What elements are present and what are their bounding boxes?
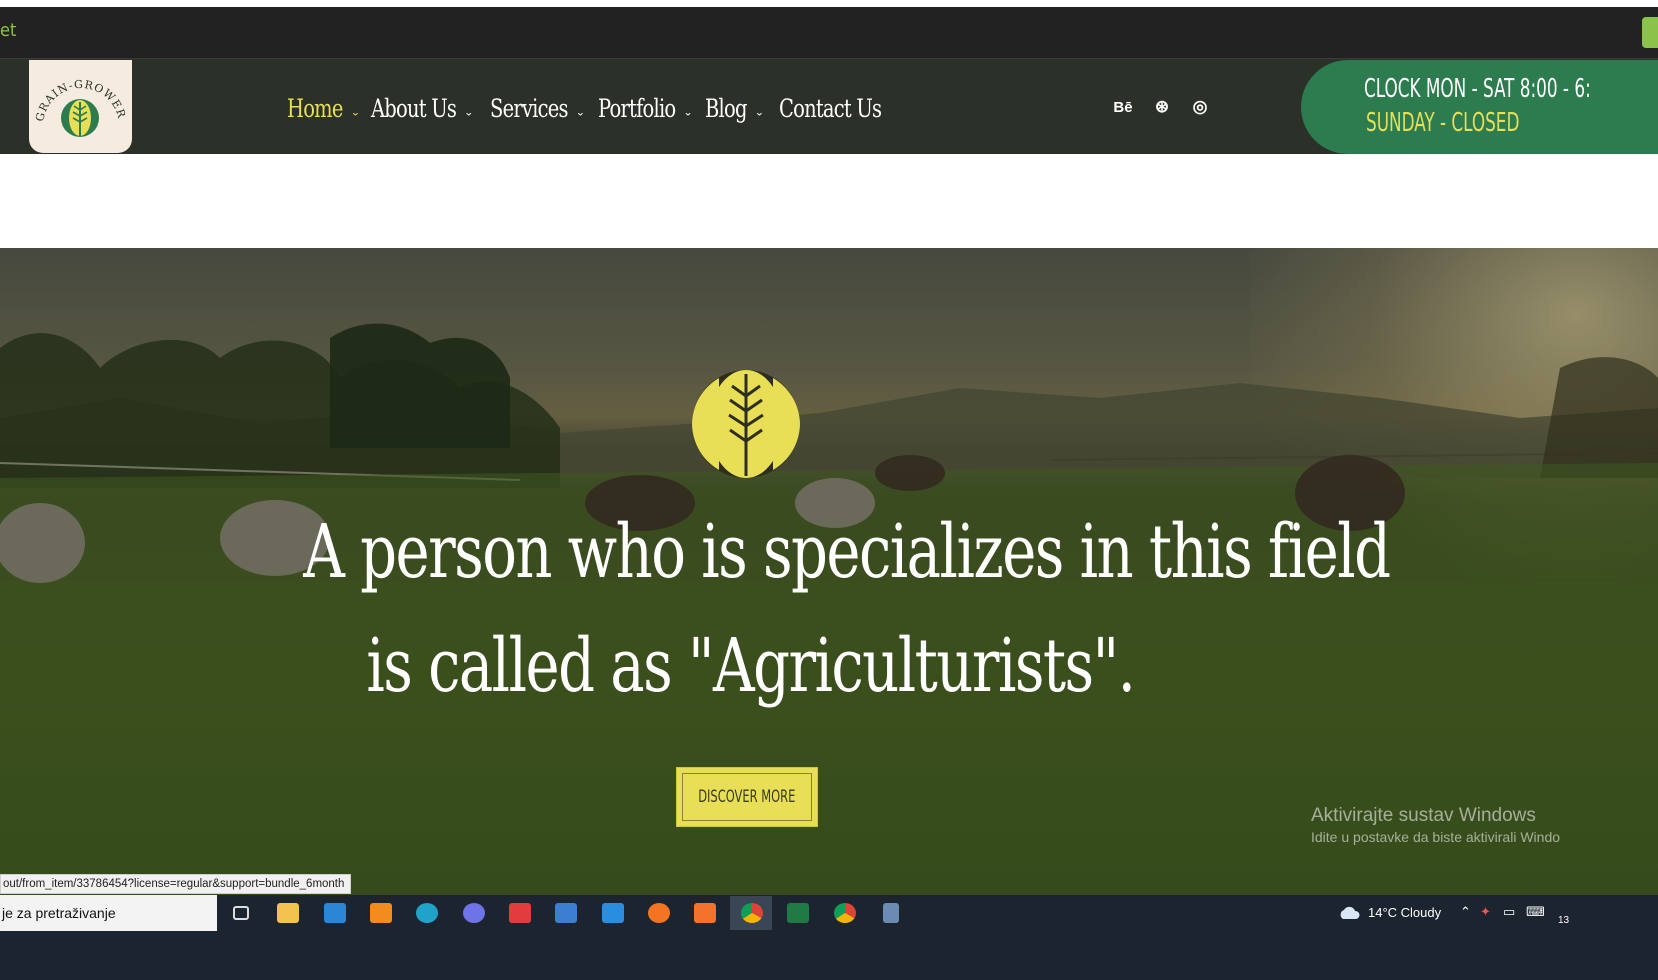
chevron-down-icon: ⌄ xyxy=(683,105,693,119)
nav-blog-label: Blog xyxy=(705,93,747,123)
hero-headline-line-2: is called as "Agriculturists". xyxy=(365,623,1136,709)
behance-icon[interactable]: Bē xyxy=(1112,96,1134,118)
chevron-down-icon: ⌄ xyxy=(350,105,360,119)
edge-icon[interactable] xyxy=(412,899,442,927)
calculator-icon[interactable] xyxy=(876,899,906,927)
weather-status[interactable]: 14°C Cloudy xyxy=(1368,905,1441,920)
excel-icon[interactable] xyxy=(783,899,813,927)
nav-home-label: Home xyxy=(287,93,343,123)
nav-portfolio-label: Portfolio xyxy=(598,93,676,123)
nav-contact-us[interactable]: Contact Us xyxy=(779,86,882,130)
xampp-icon[interactable] xyxy=(690,899,720,927)
windows-activation-title: Aktivirajte sustav Windows xyxy=(1311,805,1536,826)
nav-services-label: Services xyxy=(490,93,568,123)
nav-home[interactable]: Home ⌄ xyxy=(287,86,360,130)
file-explorer-icon[interactable] xyxy=(273,899,303,927)
anydesk-icon[interactable] xyxy=(505,899,535,927)
discover-more-button[interactable]: DISCOVER MORE xyxy=(676,767,818,827)
top-info-bar xyxy=(0,7,1658,59)
taskbar-clock[interactable]: 13 xyxy=(1558,915,1569,926)
opening-hours-weekdays: CLOCK MON - SAT 8:00 - 6: xyxy=(1364,74,1591,104)
windows-activation-subtitle: Idite u postavke da biste aktivirali Win… xyxy=(1311,829,1561,845)
keyboard-icon[interactable]: ⌨ xyxy=(1526,904,1545,920)
chevron-down-icon: ⌄ xyxy=(754,105,764,119)
dribbble-icon[interactable]: ⊛ xyxy=(1151,96,1173,118)
nav-blog[interactable]: Blog ⌄ xyxy=(705,86,764,130)
logo-emblem-icon: GRAIN-GROWER xyxy=(33,78,127,137)
vscode-icon[interactable] xyxy=(598,899,628,927)
discover-more-label: DISCOVER MORE xyxy=(698,787,796,807)
sublime-text-icon[interactable] xyxy=(366,899,396,927)
hero-headline-line-1: A person who is specializes in this fiel… xyxy=(303,509,1391,595)
instagram-icon[interactable]: ◎ xyxy=(1189,96,1211,118)
discover-more-button-frame: DISCOVER MORE xyxy=(682,773,812,821)
browser-status-url: out/from_item/33786454?license=regular&s… xyxy=(0,874,352,894)
chevron-up-icon[interactable]: ⌃ xyxy=(1460,904,1471,920)
cloud-icon xyxy=(1340,906,1360,919)
mail-icon[interactable] xyxy=(320,899,350,927)
chrome-profile-icon[interactable] xyxy=(830,899,860,927)
network-icon[interactable]: ▭ xyxy=(1503,904,1515,920)
nav-services[interactable]: Services ⌄ xyxy=(490,86,585,130)
nav-portfolio[interactable]: Portfolio ⌄ xyxy=(598,86,693,130)
nav-contact-us-label: Contact Us xyxy=(779,93,882,123)
top-info-text: et xyxy=(0,20,17,41)
browser-chrome-edge xyxy=(0,0,1658,7)
chrome-icon[interactable] xyxy=(737,899,767,927)
dropbox-icon[interactable]: ✦ xyxy=(1480,904,1491,920)
top-bar-button[interactable] xyxy=(1642,17,1658,48)
wheat-globe-icon xyxy=(689,366,804,481)
hero-headline: A person who is specializes in this fiel… xyxy=(150,495,1391,723)
nav-about-us-label: About Us xyxy=(371,93,457,123)
photos-icon[interactable] xyxy=(551,899,581,927)
nav-about-us[interactable]: About Us ⌄ xyxy=(371,86,474,130)
taskbar-search-input[interactable]: je za pretraživanje xyxy=(0,895,217,931)
chevron-down-icon: ⌄ xyxy=(463,105,474,119)
chevron-down-icon: ⌄ xyxy=(575,105,586,119)
avast-icon[interactable] xyxy=(644,899,674,927)
site-logo[interactable]: GRAIN-GROWER xyxy=(29,60,132,153)
opening-hours-sunday: SUNDAY - CLOSED xyxy=(1366,108,1520,138)
task-view-icon[interactable] xyxy=(226,899,256,927)
discord-icon[interactable] xyxy=(459,899,489,927)
